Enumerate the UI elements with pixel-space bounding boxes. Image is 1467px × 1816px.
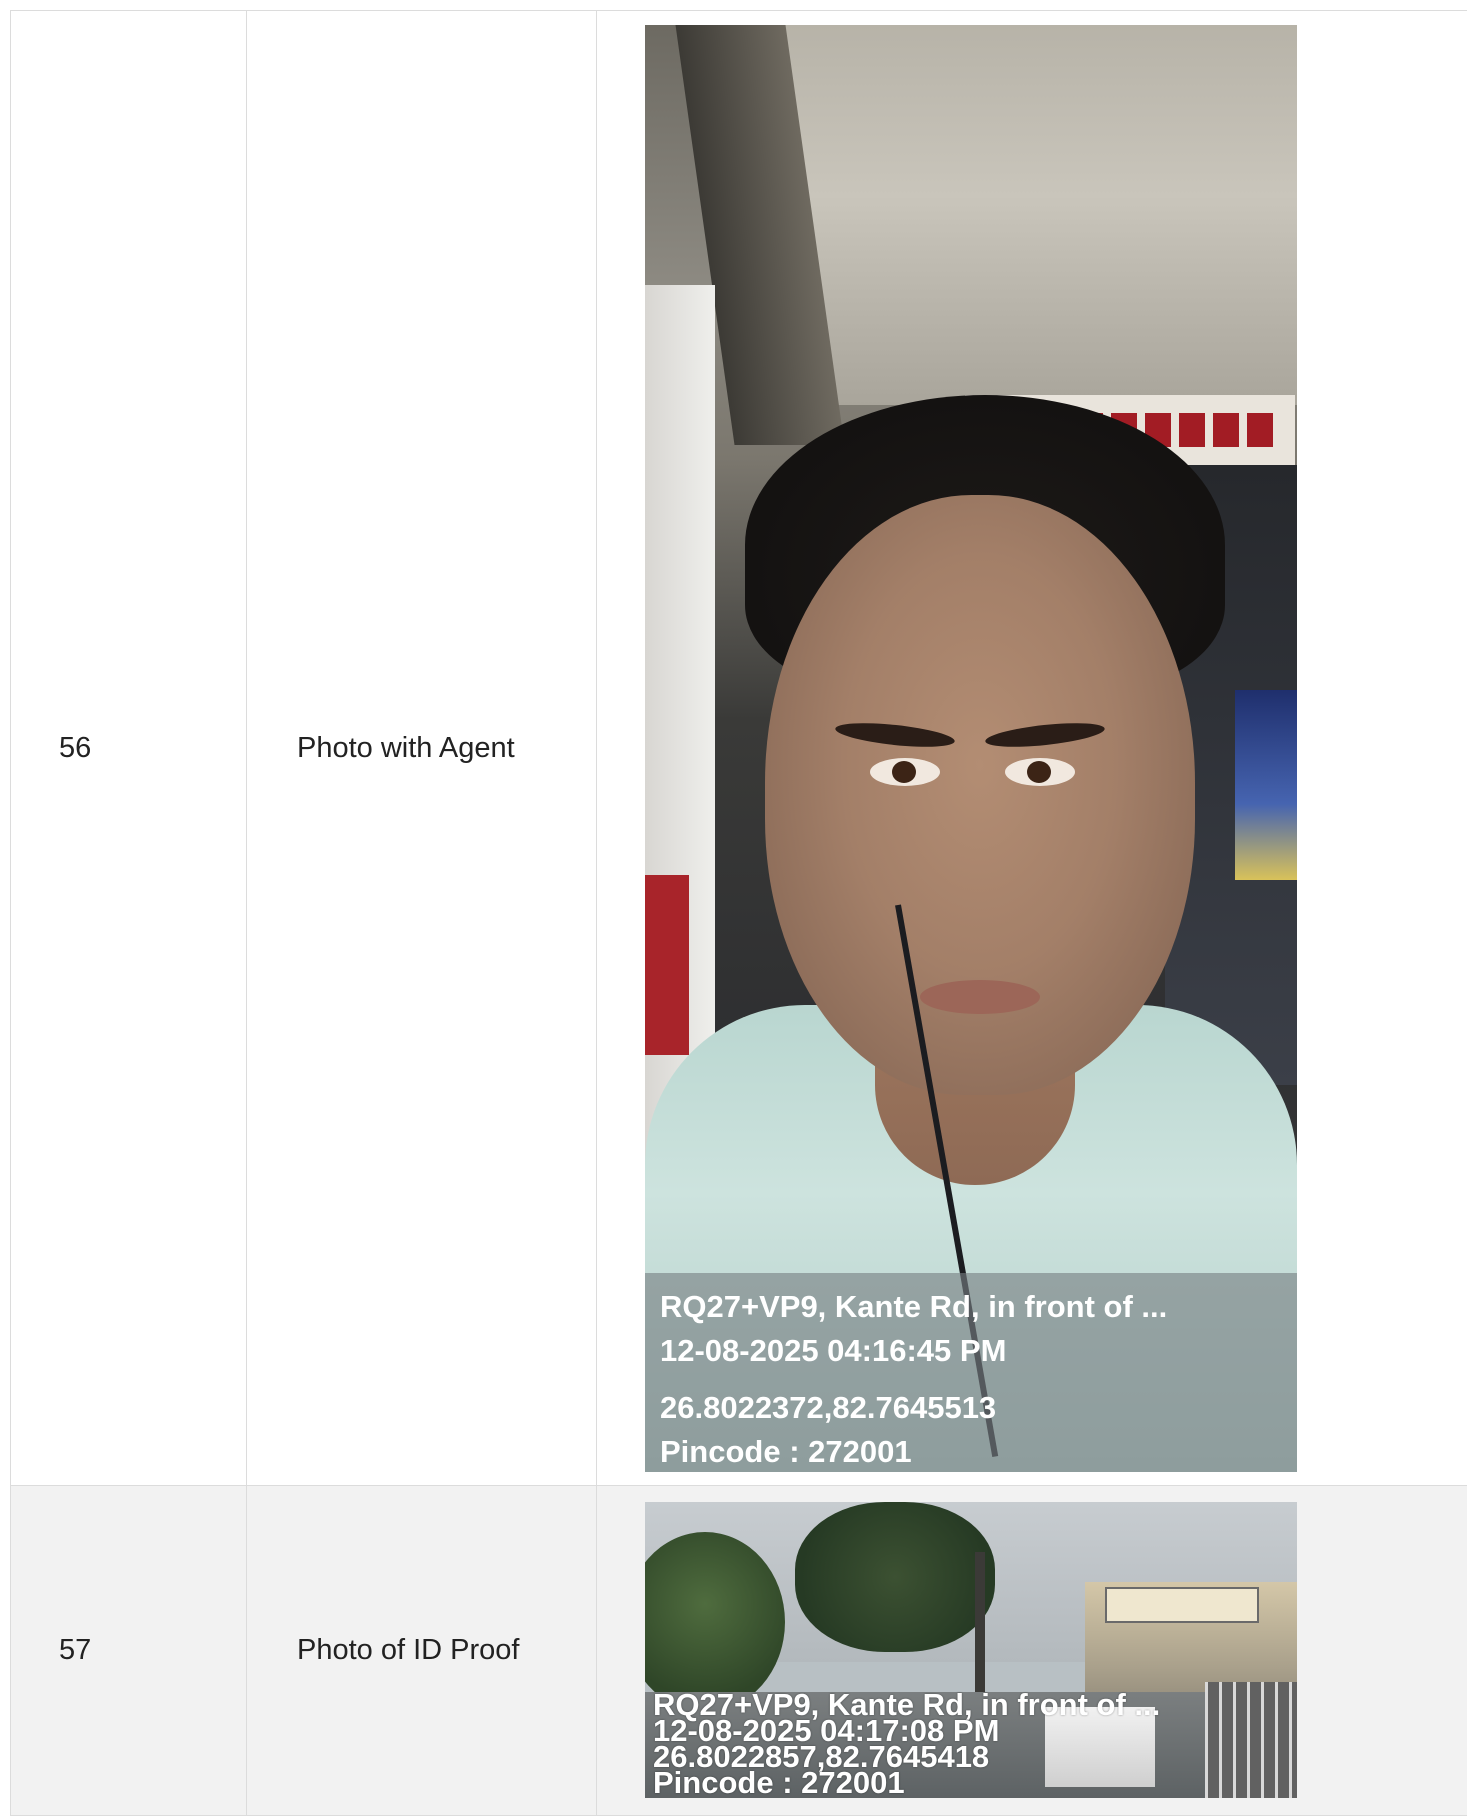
- id-proof-photo: RQ27+VP9, Kante Rd, in front of ... 12-0…: [645, 1502, 1297, 1798]
- row-label-cell: Photo of ID Proof: [247, 1486, 597, 1816]
- row-photo-cell: RQ27+VP9, Kante Rd, in front of ... 12-0…: [597, 1486, 1467, 1816]
- geotag-datetime: 12-08-2025 04:16:45 PM: [660, 1329, 1297, 1373]
- geotag-coordinates: 26.8022372,82.7645513: [660, 1386, 1297, 1430]
- row-number: 57: [59, 1634, 91, 1666]
- row-label-cell: Photo with Agent: [247, 11, 597, 1486]
- geotag-address: RQ27+VP9, Kante Rd, in front of ...: [660, 1285, 1297, 1329]
- photo-geotag-overlay: RQ27+VP9, Kante Rd, in front of ... 12-0…: [645, 1692, 1297, 1798]
- table-row: 56 Photo with Agent: [11, 11, 1467, 1486]
- row-number-cell: 56: [11, 11, 247, 1486]
- row-label: Photo with Agent: [297, 732, 515, 764]
- geotag-pincode: Pincode : 272001: [660, 1430, 1297, 1472]
- row-number: 56: [59, 732, 91, 764]
- row-label: Photo of ID Proof: [297, 1634, 519, 1666]
- row-number-cell: 57: [11, 1486, 247, 1816]
- photo-geotag-overlay: RQ27+VP9, Kante Rd, in front of ... 12-0…: [645, 1273, 1297, 1472]
- table-row: 57 Photo of ID Proof RQ27+VP9, Kante Rd,…: [11, 1486, 1467, 1816]
- document-table: 56 Photo with Agent: [10, 10, 1467, 1816]
- row-photo-cell: RQ27+VP9, Kante Rd, in front of ... 12-0…: [597, 11, 1467, 1486]
- agent-selfie-photo: RQ27+VP9, Kante Rd, in front of ... 12-0…: [645, 25, 1297, 1472]
